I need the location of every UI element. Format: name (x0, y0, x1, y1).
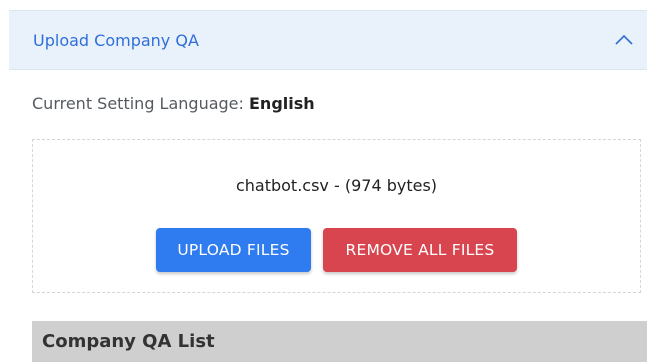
accordion-header-upload-company-qa[interactable]: Upload Company QA (9, 10, 647, 70)
chevron-up-icon[interactable] (613, 29, 635, 51)
language-value: English (249, 94, 315, 113)
list-title: Company QA List (42, 331, 215, 352)
language-label: Current Setting Language: (32, 94, 244, 113)
file-dropzone[interactable]: chatbot.csv - (974 bytes) UPLOAD FILES R… (32, 139, 641, 293)
upload-files-button[interactable]: UPLOAD FILES (156, 228, 311, 272)
file-info: chatbot.csv - (974 bytes) (235, 176, 438, 195)
accordion-title: Upload Company QA (33, 30, 199, 50)
remove-all-files-button[interactable]: REMOVE ALL FILES (323, 228, 517, 272)
company-qa-list-header: Company QA List (32, 321, 647, 362)
current-language-line: Current Setting Language: English (32, 94, 315, 113)
